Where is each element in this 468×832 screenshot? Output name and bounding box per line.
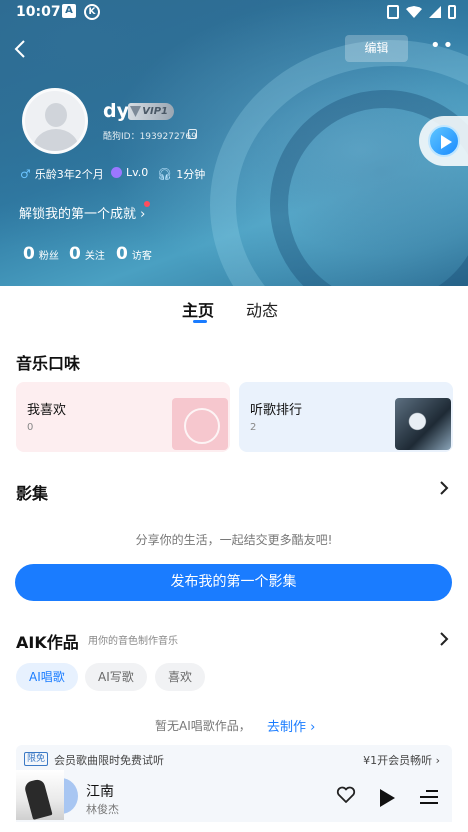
aik-chevron-right-icon[interactable] [438, 630, 450, 653]
stat-label: 粉丝 [38, 251, 59, 262]
card-count: 2 [250, 422, 257, 433]
album-title: 影集 [16, 484, 49, 503]
floating-play-button[interactable] [419, 116, 468, 166]
music-taste-title: 音乐口味 [16, 354, 81, 373]
listen-time-text: 1分钟 [176, 168, 206, 181]
tab-home[interactable]: 主页 [182, 297, 214, 321]
now-playing-cover[interactable] [16, 770, 64, 820]
album-empty-text: 分享你的生活，一起结交更多酷友吧! [135, 533, 333, 547]
card-title: 听歌排行 [250, 403, 303, 418]
stat-label: 关注 [84, 251, 105, 262]
copy-icon[interactable] [188, 129, 197, 139]
stat-following[interactable]: 0 关注 [69, 244, 105, 264]
vinyl-disc-icon [172, 398, 228, 450]
app-a-icon: A [62, 4, 76, 18]
gender-male-icon: ♂ [20, 167, 31, 181]
chip-liked[interactable]: 喜欢 [155, 663, 206, 691]
avatar-body [33, 129, 79, 151]
listening-rank-card[interactable]: 听歌排行 2 [239, 382, 453, 452]
album-cover-image [395, 398, 451, 450]
notification-dot [144, 201, 150, 207]
user-level[interactable]: Lv.0 [111, 166, 148, 179]
vip-badge[interactable]: VIP1 [128, 103, 174, 120]
avatar-head [45, 103, 67, 127]
avatar[interactable] [22, 88, 88, 154]
level-text: Lv.0 [126, 166, 149, 179]
free-badge: 限免 [24, 752, 49, 766]
tab-dynamics[interactable]: 动态 [246, 297, 278, 321]
listen-time: 🎧︎ 1分钟 [157, 166, 205, 182]
liked-songs-card[interactable]: 我喜欢 0 [16, 382, 230, 452]
status-time: 10:07 [16, 4, 61, 20]
tab-active-indicator [193, 320, 207, 323]
song-title: 江南 [86, 784, 114, 800]
edit-profile-button[interactable]: 编辑 [345, 35, 408, 62]
artist-name: 林俊杰 [86, 803, 119, 816]
headphones-icon: 🎧︎ [157, 167, 173, 181]
status-bar: 10:07 A K [0, 0, 468, 26]
achievement-link[interactable]: 解锁我的第一个成就 › [19, 203, 145, 222]
app-k-icon: K [84, 4, 100, 20]
aik-subtitle: 用你的音色制作音乐 [88, 636, 178, 647]
stat-fans[interactable]: 0 粉丝 [23, 244, 59, 264]
chip-ai-sing[interactable]: AI唱歌 [16, 663, 78, 691]
card-title: 我喜欢 [27, 403, 67, 418]
stat-number: 0 [23, 244, 35, 264]
make-link[interactable]: 去制作 › [267, 716, 315, 735]
aik-title: AIK作品 [16, 633, 79, 652]
stat-number: 0 [69, 244, 81, 264]
music-age: ♂ 乐龄3年2个月 [20, 166, 104, 182]
more-options-icon[interactable]: •• [430, 37, 454, 58]
album-chevron-right-icon[interactable] [438, 479, 450, 502]
vip-banner[interactable]: 限免 会员歌曲限时免费试听 ¥1开会员畅听 › [16, 745, 452, 774]
battery-icon [448, 5, 456, 19]
stat-label: 访客 [131, 251, 152, 262]
heart-icon[interactable] [336, 786, 356, 807]
play-icon [428, 125, 460, 157]
username: dy [103, 100, 129, 122]
card-count: 0 [27, 422, 34, 433]
signal-icon [429, 6, 441, 18]
back-arrow-icon[interactable] [10, 38, 32, 60]
vip-banner-text: 会员歌曲限时免费试听 [54, 754, 164, 767]
aik-empty-text: 暂无AI唱歌作品， [155, 719, 251, 733]
publish-album-button[interactable]: 发布我的第一个影集 [15, 564, 452, 601]
music-age-text: 乐龄3年2个月 [34, 168, 104, 181]
artist-figure [23, 778, 53, 820]
vibrate-icon [387, 5, 399, 19]
vip-banner-cta[interactable]: ¥1开会员畅听 › [363, 752, 440, 768]
wifi-icon [406, 6, 422, 18]
playlist-queue-icon[interactable] [420, 788, 438, 806]
stat-visitors[interactable]: 0 访客 [116, 244, 152, 264]
achievement-text: 解锁我的第一个成就 [19, 207, 137, 222]
stat-number: 0 [116, 244, 128, 264]
play-icon[interactable] [380, 789, 395, 807]
chevron-right-icon: › [140, 207, 146, 222]
level-icon [111, 167, 122, 178]
user-id: 酷狗ID：1939272769 [103, 132, 197, 142]
chip-ai-write[interactable]: AI写歌 [85, 663, 147, 691]
